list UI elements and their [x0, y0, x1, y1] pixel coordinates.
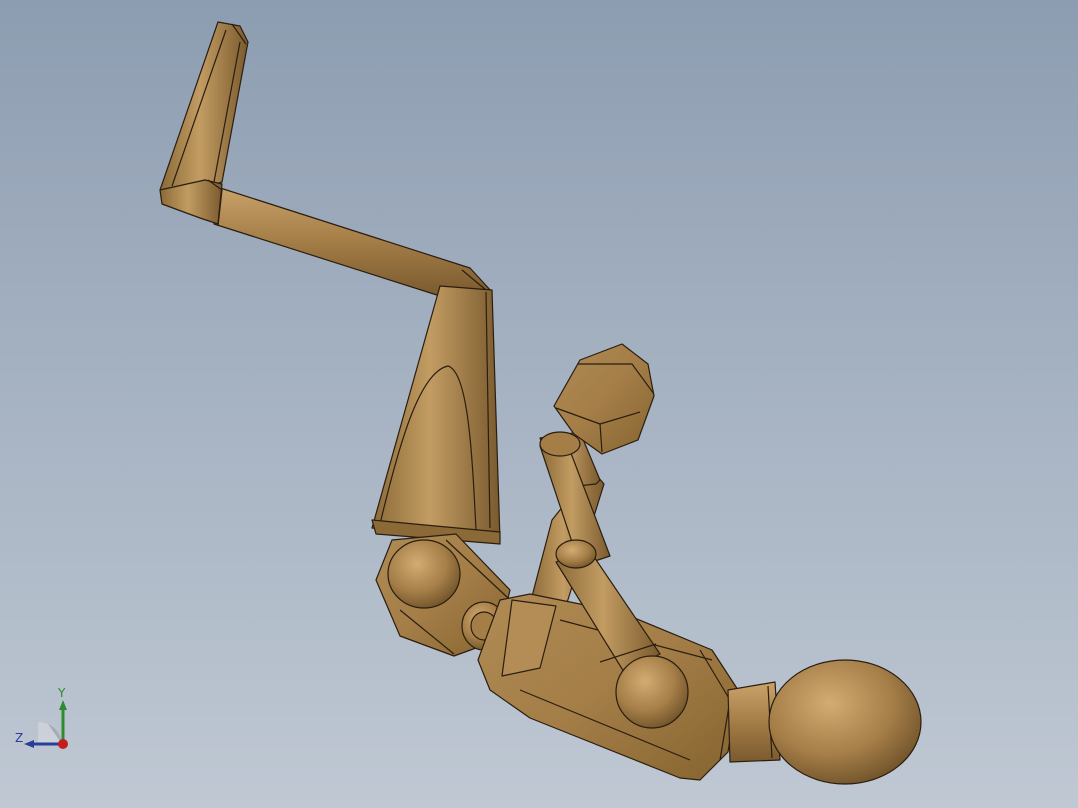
triad-y-label: Y: [58, 686, 66, 700]
shoulder-joint: [615, 655, 689, 729]
thigh-left: [371, 285, 501, 545]
graphics-viewport[interactable]: Y Z: [0, 0, 1078, 808]
shin-left: [159, 179, 493, 297]
head: [768, 659, 922, 785]
reference-triad: Y Z: [10, 684, 80, 754]
mannequin-model[interactable]: [0, 0, 1078, 808]
foot-left: [159, 21, 249, 191]
triad-z-label: Z: [15, 731, 24, 745]
